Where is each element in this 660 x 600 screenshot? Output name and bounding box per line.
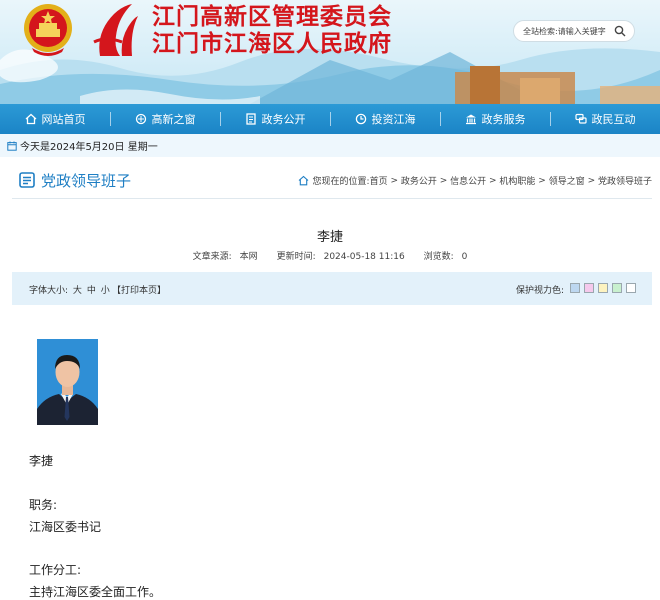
site-title-line2: 江门市江海区人民政府 (152, 30, 392, 57)
eye-color-yellow-swatch[interactable] (598, 283, 608, 293)
breadcrumb-link-info-open[interactable]: 信息公开 (450, 174, 486, 187)
nav-item-home[interactable]: 网站首页 (0, 104, 110, 134)
breadcrumb-separator: > (535, 175, 549, 186)
government-building-icon (465, 114, 476, 125)
hi-tech-zone-logo-icon (93, 4, 138, 56)
nav-item-label: 网站首页 (41, 113, 86, 126)
breadcrumb-separator: > (486, 175, 500, 186)
portrait-image (37, 339, 98, 425)
search-placeholder: 全站检索:请输入关键字 (523, 27, 606, 36)
position-value: 江海区委书记 (29, 520, 102, 534)
home-icon (298, 175, 308, 186)
eye-color-white-swatch[interactable] (626, 283, 636, 293)
nav-item-invest[interactable]: 投资江海 (330, 104, 440, 134)
breadcrumb-separator: > (436, 175, 451, 186)
article-toolbar: 字体大小: 大 中 小 【打印本页】 保护视力色: (12, 272, 652, 305)
eye-color-green-swatch[interactable] (612, 283, 622, 293)
source-value: 本网 (239, 252, 258, 262)
font-size-small-button[interactable]: 小 (101, 286, 110, 296)
breadcrumb-link-org-functions[interactable]: 机构职能 (499, 174, 535, 187)
leader-name: 李捷 (29, 454, 54, 468)
breadcrumb-link-home[interactable]: 首页 (370, 174, 388, 187)
breadcrumb-separator: > (387, 175, 401, 186)
eye-color-pink-swatch[interactable] (584, 283, 594, 293)
breadcrumb-link-gov-affairs[interactable]: 政务公开 (401, 174, 437, 187)
nav-item-label: 高新之窗 (151, 113, 196, 126)
breadcrumb-separator: > (584, 175, 598, 186)
nav-item-gov-services[interactable]: 政务服务 (440, 104, 550, 134)
window-icon (135, 113, 146, 125)
national-emblem-icon (24, 4, 72, 56)
nav-item-gov-affairs[interactable]: 政务公开 (220, 104, 330, 134)
main-nav: 网站首页 高新之窗 政务公开 投资江海 政务服务 政民互动 (0, 104, 660, 134)
date-bar: 今天是2024年5月20日 星期一 (0, 134, 660, 157)
nav-item-label: 政务服务 (481, 113, 526, 126)
document-icon (245, 113, 256, 125)
calendar-icon (7, 141, 17, 151)
article-title: 李捷 (316, 230, 343, 245)
font-size-medium-button[interactable]: 中 (87, 286, 96, 296)
breadcrumb-link-leaders-window[interactable]: 领导之窗 (549, 174, 585, 187)
updated-value: 2024-05-18 11:16 (323, 252, 405, 262)
eye-protect-label: 保护视力色: (515, 286, 564, 296)
house-icon (25, 113, 36, 125)
article-meta: 文章来源: 本网 更新时间: 2024-05-18 11:16 浏览数: 0 (0, 249, 660, 262)
list-doc-icon (19, 172, 35, 188)
views-label: 浏览数: (423, 252, 454, 262)
leader-portrait (37, 339, 98, 425)
duty-value: 主持江海区委全面工作。 (29, 585, 162, 599)
nav-item-label: 政务公开 (261, 113, 306, 126)
site-banner: 江门高新区管理委员会 江门市江海区人民政府 全站检索:请输入关键字 (0, 0, 660, 104)
site-title: 江门高新区管理委员会 江门市江海区人民政府 (152, 3, 392, 57)
font-size-label: 字体大小: (29, 286, 69, 296)
eye-protect-swatches (566, 283, 636, 293)
duty-label: 工作分工: (29, 563, 82, 577)
search-icon[interactable] (614, 25, 626, 37)
column-header: 党政领导班子 您现在的位置: 首页 > 政务公开 > 信息公开 > 机构职能 >… (12, 163, 652, 199)
search-input[interactable]: 全站检索:请输入关键字 (513, 20, 635, 42)
clock-icon (355, 113, 366, 125)
print-button[interactable]: 【打印本页】 (112, 283, 166, 296)
nav-item-label: 政民互动 (591, 113, 636, 126)
chat-bubbles-icon (574, 113, 587, 124)
nav-item-hitech-window[interactable]: 高新之窗 (110, 104, 220, 134)
breadcrumb-prefix: 您现在的位置: (312, 177, 370, 187)
nav-item-interaction[interactable]: 政民互动 (550, 104, 660, 134)
breadcrumb: 您现在的位置: 首页 > 政务公开 > 信息公开 > 机构职能 > 领导之窗 >… (298, 174, 652, 187)
source-label: 文章来源: (192, 252, 232, 262)
column-title: 党政领导班子 (41, 172, 132, 190)
font-size-controls: 字体大小: 大 中 小 (29, 283, 110, 296)
site-title-line1: 江门高新区管理委员会 (152, 3, 392, 30)
current-date: 今天是2024年5月20日 星期一 (20, 142, 158, 153)
position-label: 职务: (29, 498, 58, 512)
nav-item-label: 投资江海 (371, 113, 416, 126)
font-size-large-button[interactable]: 大 (73, 286, 82, 296)
eye-color-blue-swatch[interactable] (570, 283, 580, 293)
views-value: 0 (461, 252, 468, 262)
breadcrumb-link-leadership-team[interactable]: 党政领导班子 (598, 174, 652, 187)
updated-label: 更新时间: (276, 252, 316, 262)
